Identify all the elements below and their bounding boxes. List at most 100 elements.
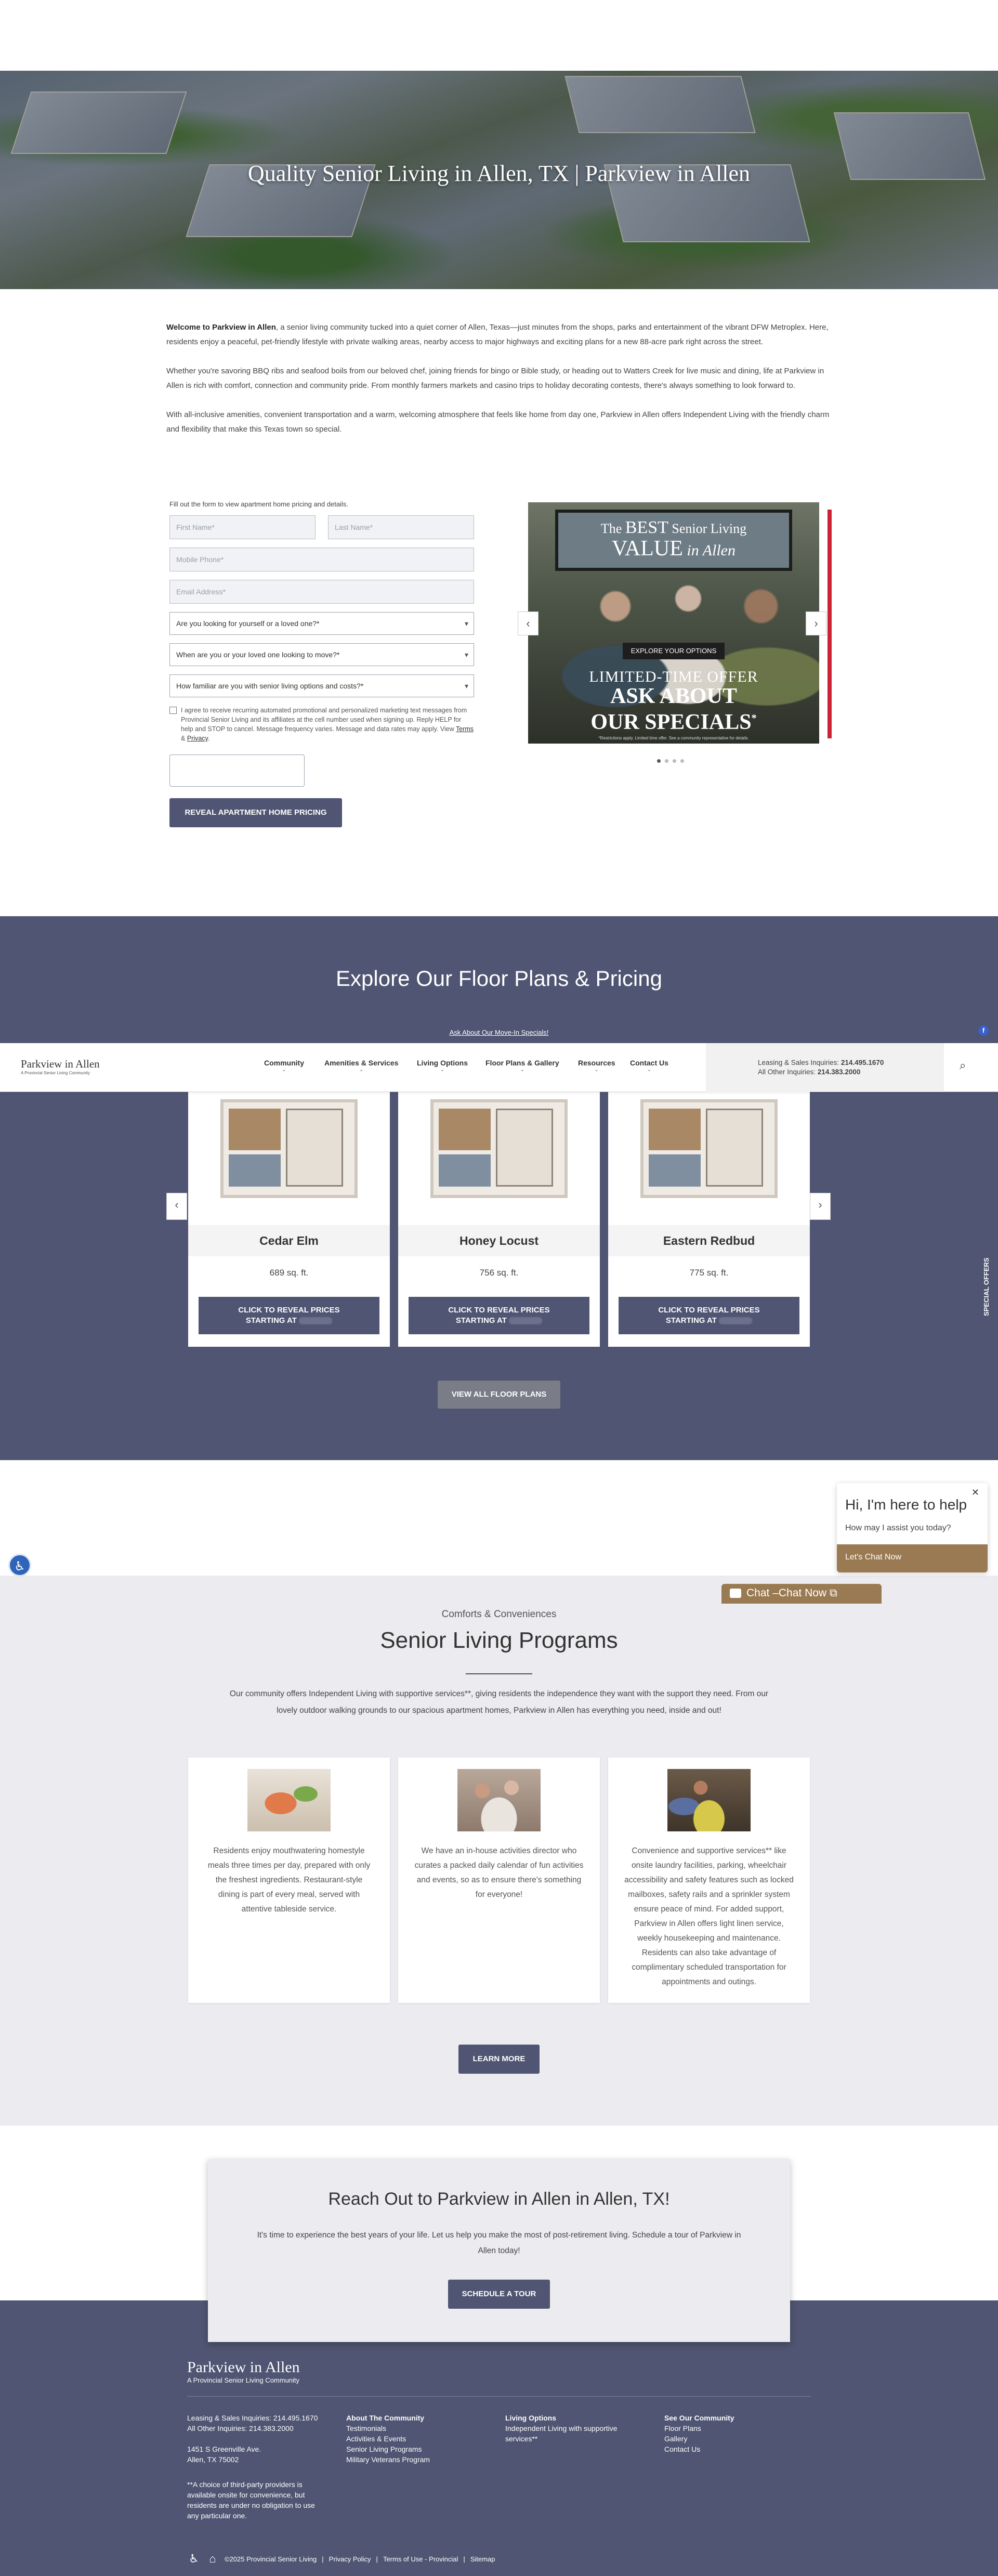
leasing-phone[interactable]: 214.495.1670 — [841, 1059, 884, 1066]
view-all-floor-plans-button[interactable]: VIEW ALL FLOOR PLANS — [438, 1381, 560, 1409]
move-in-specials-link[interactable]: Ask About Our Move-In Specials! — [0, 1029, 998, 1036]
consent-checkbox[interactable] — [169, 707, 177, 714]
floorplan-image — [430, 1099, 568, 1198]
promo-line2: VALUE in Allen — [558, 538, 789, 562]
reveal-price-button[interactable]: CLICK TO REVEAL PRICES STARTING AT — [199, 1297, 379, 1334]
nav-label: Resources — [578, 1059, 615, 1067]
promo-prev-button[interactable]: ‹ — [518, 612, 539, 635]
privacy-link[interactable]: Privacy — [187, 735, 208, 742]
floorplan-card[interactable]: Honey Locust 756 sq. ft. CLICK TO REVEAL… — [398, 1092, 600, 1347]
floorplan-sqft: 689 sq. ft. — [269, 1268, 309, 1278]
nav-label: Floor Plans & Gallery — [485, 1059, 559, 1067]
email-field[interactable]: Email Address* — [169, 580, 474, 604]
sitemap-link[interactable]: Sitemap — [470, 2555, 495, 2563]
explore-options-button[interactable]: EXPLORE YOUR OPTIONS — [623, 643, 725, 659]
footer-logo[interactable]: Parkview in Allen A Provincial Senior Li… — [187, 2359, 300, 2384]
footer-link[interactable]: Activities & Events — [346, 2434, 481, 2444]
intro-text: Welcome to Parkview in Allen, a senior l… — [166, 320, 832, 451]
familiarity-select[interactable]: How familiar are you with senior living … — [169, 674, 474, 697]
mobile-phone-field[interactable]: Mobile Phone* — [169, 548, 474, 571]
footer-leasing[interactable]: Leasing & Sales Inquiries: 214.495.1670 — [187, 2413, 322, 2423]
floorplan-image — [640, 1099, 778, 1198]
slider-dot[interactable] — [657, 759, 661, 763]
nav-label: Community — [264, 1059, 304, 1067]
footer-link[interactable]: Gallery — [664, 2434, 799, 2444]
close-icon[interactable]: ✕ — [971, 1487, 979, 1498]
footer-link[interactable]: services** — [505, 2434, 640, 2444]
reveal-price-button[interactable]: CLICK TO REVEAL PRICES STARTING AT — [619, 1297, 799, 1334]
reveal-price-label: CLICK TO REVEAL PRICES — [448, 1306, 550, 1315]
looking-for-select[interactable]: Are you looking for yourself or a loved … — [169, 612, 474, 635]
intro-paragraph: With all-inclusive amenities, convenient… — [166, 410, 830, 434]
logo-subtext: A Provincial Senior Living Community — [21, 1071, 90, 1075]
footer-disclaimer: **A choice of third-party providers is a… — [187, 2480, 315, 2520]
floorplan-name: Honey Locust — [398, 1225, 600, 1256]
floorplan-next-button[interactable]: › — [810, 1193, 831, 1220]
promo-in-allen: in Allen — [682, 542, 736, 559]
slider-dot[interactable] — [680, 759, 684, 763]
nav-item-living-options[interactable]: Living Options ⌄ — [417, 1059, 468, 1073]
other-phone[interactable]: 214.383.2000 — [818, 1068, 861, 1076]
programs-eyebrow: Comforts & Conveniences — [441, 1609, 557, 1620]
reveal-price-label: CLICK TO REVEAL PRICES — [658, 1306, 760, 1315]
nav-item-contact[interactable]: Contact Us ⌄ — [630, 1059, 668, 1073]
program-text: We have an in-house activities director … — [414, 1846, 584, 1899]
footer-other[interactable]: All Other Inquiries: 214.383.2000 — [187, 2423, 322, 2434]
promo-slide[interactable]: The BEST Senior Living VALUE in Allen EX… — [528, 502, 819, 744]
program-text: Convenience and supportive services** li… — [624, 1846, 794, 1986]
chat-now-label: Chat Now — [778, 1587, 827, 1599]
next-slide-peek — [828, 510, 832, 738]
footer-link[interactable]: Contact Us — [664, 2444, 799, 2454]
footer-link[interactable]: Testimonials — [346, 2423, 481, 2434]
footer-link[interactable]: Floor Plans — [664, 2423, 799, 2434]
promo-next-button[interactable]: › — [806, 612, 826, 635]
learn-more-button[interactable]: LEARN MORE — [458, 2045, 540, 2074]
footer-link[interactable]: Independent Living with supportive — [505, 2423, 640, 2434]
nav-item-resources[interactable]: Resources ⌄ — [578, 1059, 615, 1073]
reach-out-text: It's time to experience the best years o… — [257, 2231, 741, 2255]
other-phone-line: All Other Inquiries: 214.383.2000 — [758, 1068, 860, 1076]
reveal-pricing-button[interactable]: REVEAL APARTMENT HOME PRICING — [169, 798, 342, 827]
slider-dot[interactable] — [665, 759, 668, 763]
footer-see-col: See Our Community Floor Plans Gallery Co… — [664, 2413, 799, 2454]
promo-value: VALUE — [612, 537, 683, 561]
separator: | — [322, 2555, 324, 2563]
facebook-icon[interactable]: f — [978, 1025, 989, 1036]
accessibility-icon: ♿ — [189, 2552, 199, 2565]
terms-link[interactable]: Terms of Use - Provincial — [383, 2555, 458, 2563]
first-name-field[interactable]: First Name* — [169, 515, 316, 539]
floorplan-prev-button[interactable]: ‹ — [166, 1193, 187, 1220]
site-logo[interactable]: Parkview in Allen A Provincial Senior Li… — [21, 1058, 100, 1075]
floor-plans-title: Explore Our Floor Plans & Pricing — [336, 966, 662, 991]
nav-item-floor-plans[interactable]: Floor Plans & Gallery ⌄ — [485, 1059, 559, 1073]
footer-bottom: ♿ ⌂ ©2025 Provincial Senior Living | Pri… — [187, 2552, 495, 2566]
search-icon[interactable]: ⌕ — [960, 1059, 966, 1072]
schedule-tour-button[interactable]: SCHEDULE A TOUR — [448, 2280, 550, 2309]
nav-item-amenities[interactable]: Amenities & Services ⌄ — [324, 1059, 398, 1073]
dining-image — [247, 1769, 331, 1831]
promo-ask-about: ASK ABOUT — [610, 684, 737, 708]
slider-dot[interactable] — [673, 759, 676, 763]
activities-image — [457, 1769, 541, 1831]
nav-contact-box: Leasing & Sales Inquiries: 214.495.1670 … — [706, 1043, 944, 1092]
floorplan-card[interactable]: Eastern Redbud 775 sq. ft. CLICK TO REVE… — [608, 1092, 810, 1347]
footer-link[interactable]: Military Veterans Program — [346, 2454, 481, 2465]
terms-link[interactable]: Terms — [456, 725, 474, 733]
last-name-field[interactable]: Last Name* — [328, 515, 474, 539]
captcha-box[interactable] — [169, 754, 305, 787]
footer-about-col: About The Community Testimonials Activit… — [346, 2413, 481, 2465]
promo-our-specials-text: OUR SPECIALS — [590, 710, 752, 734]
move-timeframe-select[interactable]: When are you or your loved one looking t… — [169, 643, 474, 666]
footer-about-heading: About The Community — [346, 2414, 425, 2422]
special-offers-tab[interactable]: SPECIAL OFFERS — [975, 1248, 998, 1326]
footer-link[interactable]: Senior Living Programs — [346, 2444, 481, 2454]
chevron-down-icon: ⌄ — [594, 1067, 599, 1073]
floorplan-card[interactable]: Cedar Elm 689 sq. ft. CLICK TO REVEAL PR… — [188, 1092, 390, 1347]
lets-chat-button[interactable]: Let's Chat Now — [837, 1544, 988, 1572]
chat-tab[interactable]: Chat –Chat Now ⧉ — [721, 1584, 882, 1604]
reveal-price-button[interactable]: CLICK TO REVEAL PRICES STARTING AT — [409, 1297, 589, 1334]
nav-item-community[interactable]: Community ⌄ — [264, 1059, 304, 1073]
hero-title: Quality Senior Living in Allen, TX | Par… — [247, 161, 751, 186]
accessibility-icon[interactable]: ♿ — [8, 1554, 31, 1577]
privacy-policy-link[interactable]: Privacy Policy — [329, 2555, 371, 2563]
